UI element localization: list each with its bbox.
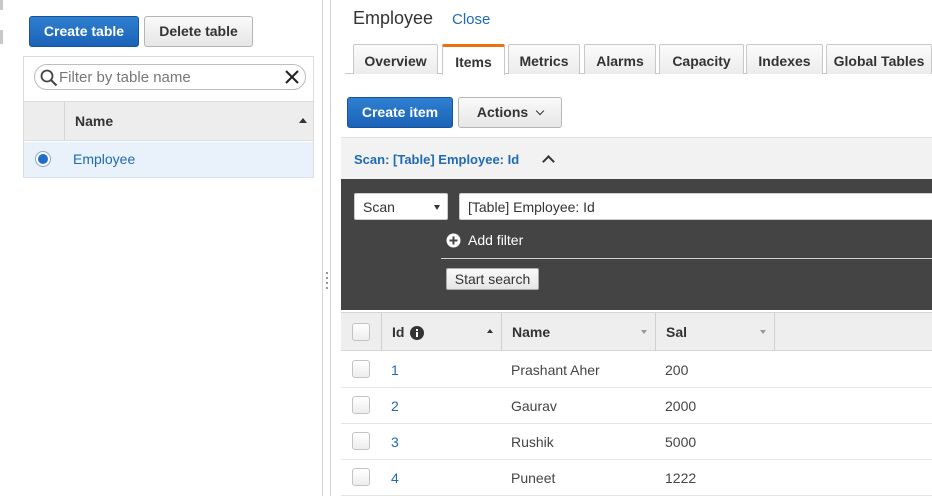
sort-dropdown-icon[interactable] <box>760 330 766 334</box>
sal-column-header[interactable]: Sal <box>666 324 687 340</box>
item-id-link[interactable]: 3 <box>391 434 399 450</box>
table-detail-panel: Employee Close Overview Items Metrics Al… <box>331 0 932 496</box>
row-checkbox[interactable] <box>352 468 370 486</box>
actions-label: Actions <box>476 104 529 120</box>
item-name: Gaurav <box>511 398 557 414</box>
filter-table-input[interactable] <box>59 67 279 87</box>
item-id-link[interactable]: 4 <box>391 470 399 486</box>
info-icon[interactable] <box>410 326 424 340</box>
splitter-grip-dot <box>326 272 328 274</box>
search-icon <box>40 69 58 87</box>
name-column-header[interactable]: Name <box>512 324 550 340</box>
row-checkbox[interactable] <box>352 432 370 450</box>
tab-overview[interactable]: Overview <box>353 44 438 74</box>
splitter-grip-dot <box>326 282 328 284</box>
table-title: Employee <box>353 8 434 28</box>
table-row[interactable]: Employee <box>24 142 313 178</box>
table-list-header: Name <box>24 101 313 141</box>
row-checkbox[interactable] <box>352 360 370 378</box>
delete-table-button[interactable]: Delete table <box>144 16 253 47</box>
scan-summary[interactable]: Scan: [Table] Employee: Id <box>354 152 519 167</box>
table-row[interactable]: 3 Rushik 5000 <box>341 424 932 460</box>
radio-selected-dot <box>38 154 48 164</box>
sort-dropdown-icon[interactable] <box>641 330 647 334</box>
table-row[interactable]: 1 Prashant Aher 200 <box>341 352 932 388</box>
item-sal: 5000 <box>665 434 697 450</box>
select-all-checkbox[interactable] <box>352 323 370 341</box>
column-divider <box>381 313 382 351</box>
create-item-button[interactable]: Create item <box>347 97 453 128</box>
tab-metrics[interactable]: Metrics <box>508 44 580 74</box>
panel-splitter[interactable] <box>322 0 331 496</box>
item-id-link[interactable]: 2 <box>391 398 399 414</box>
chevron-up-icon[interactable] <box>542 155 555 168</box>
id-column-header[interactable]: Id <box>392 324 404 340</box>
table-name-link[interactable]: Employee <box>73 151 135 167</box>
create-table-button[interactable]: Create table <box>29 16 139 47</box>
close-link[interactable]: Close <box>452 11 490 28</box>
scan-target-value: [Table] Employee: Id <box>468 199 595 215</box>
column-divider <box>655 313 656 351</box>
tab-items[interactable]: Items <box>442 44 505 75</box>
name-column-header[interactable]: Name <box>75 113 113 129</box>
table-row[interactable]: 4 Puneet 1222 <box>341 460 932 496</box>
start-search-button[interactable]: Start search <box>446 268 539 290</box>
actions-dropdown-button[interactable]: Actions <box>458 97 562 128</box>
plus-circle-icon <box>446 233 461 248</box>
table-list-panel: Create table Delete table Name Employee <box>0 0 322 496</box>
scan-mode-value: Scan <box>363 199 395 215</box>
items-table-header: Id Name Sal <box>341 312 932 351</box>
table-select-radio[interactable] <box>35 151 51 167</box>
tab-global-tables[interactable]: Global Tables <box>826 44 932 74</box>
scan-target-select[interactable]: [Table] Employee: Id <box>459 193 932 220</box>
row-checkbox[interactable] <box>352 396 370 414</box>
item-sal: 2000 <box>665 398 697 414</box>
table-list: Name Employee <box>23 56 314 178</box>
item-id-link[interactable]: 1 <box>391 362 399 378</box>
dropdown-arrow-icon <box>434 205 440 210</box>
scan-mode-select[interactable]: Scan <box>354 193 448 220</box>
table-row[interactable]: 2 Gaurav 2000 <box>341 388 932 424</box>
sort-ascending-icon[interactable] <box>487 329 493 333</box>
chevron-down-icon <box>535 106 545 116</box>
add-filter-link[interactable]: Add filter <box>446 232 524 248</box>
item-sal: 200 <box>665 362 689 378</box>
splitter-grip-dot <box>326 287 328 289</box>
scan-section-header[interactable]: Scan: [Table] Employee: Id <box>341 137 932 179</box>
add-filter-label: Add filter <box>468 232 524 248</box>
item-sal: 1222 <box>665 470 697 486</box>
column-divider <box>774 313 775 351</box>
item-name: Rushik <box>511 434 554 450</box>
clear-filter-icon[interactable] <box>283 68 301 86</box>
splitter-grip-dot <box>326 277 328 279</box>
scan-filter-panel: Scan [Table] Employee: Id Add filter Sta… <box>341 179 932 310</box>
tab-indexes[interactable]: Indexes <box>746 44 823 74</box>
column-divider <box>501 313 502 351</box>
filter-divider <box>441 258 932 259</box>
filter-box <box>34 64 306 90</box>
tab-alarms[interactable]: Alarms <box>584 44 656 74</box>
column-divider <box>64 102 65 140</box>
item-name: Prashant Aher <box>511 362 600 378</box>
sort-ascending-icon[interactable] <box>299 118 307 123</box>
item-name: Puneet <box>511 470 556 486</box>
tab-capacity[interactable]: Capacity <box>659 44 744 74</box>
